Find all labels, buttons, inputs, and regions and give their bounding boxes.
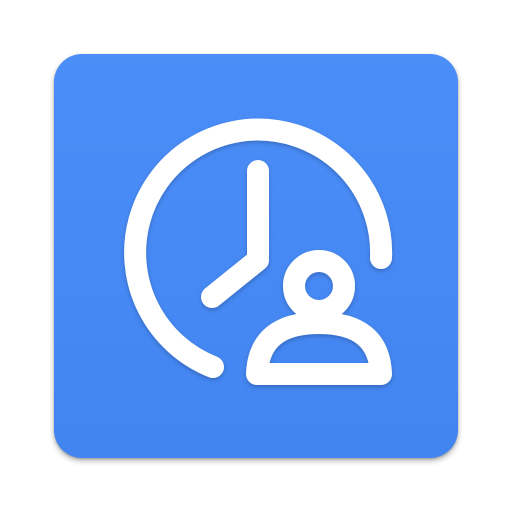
clock-hands (201, 160, 269, 308)
clock-with-user-icon (124, 118, 393, 385)
user-body (246, 312, 392, 385)
user-head (283, 250, 355, 322)
launcher-icon-canvas (0, 0, 512, 512)
